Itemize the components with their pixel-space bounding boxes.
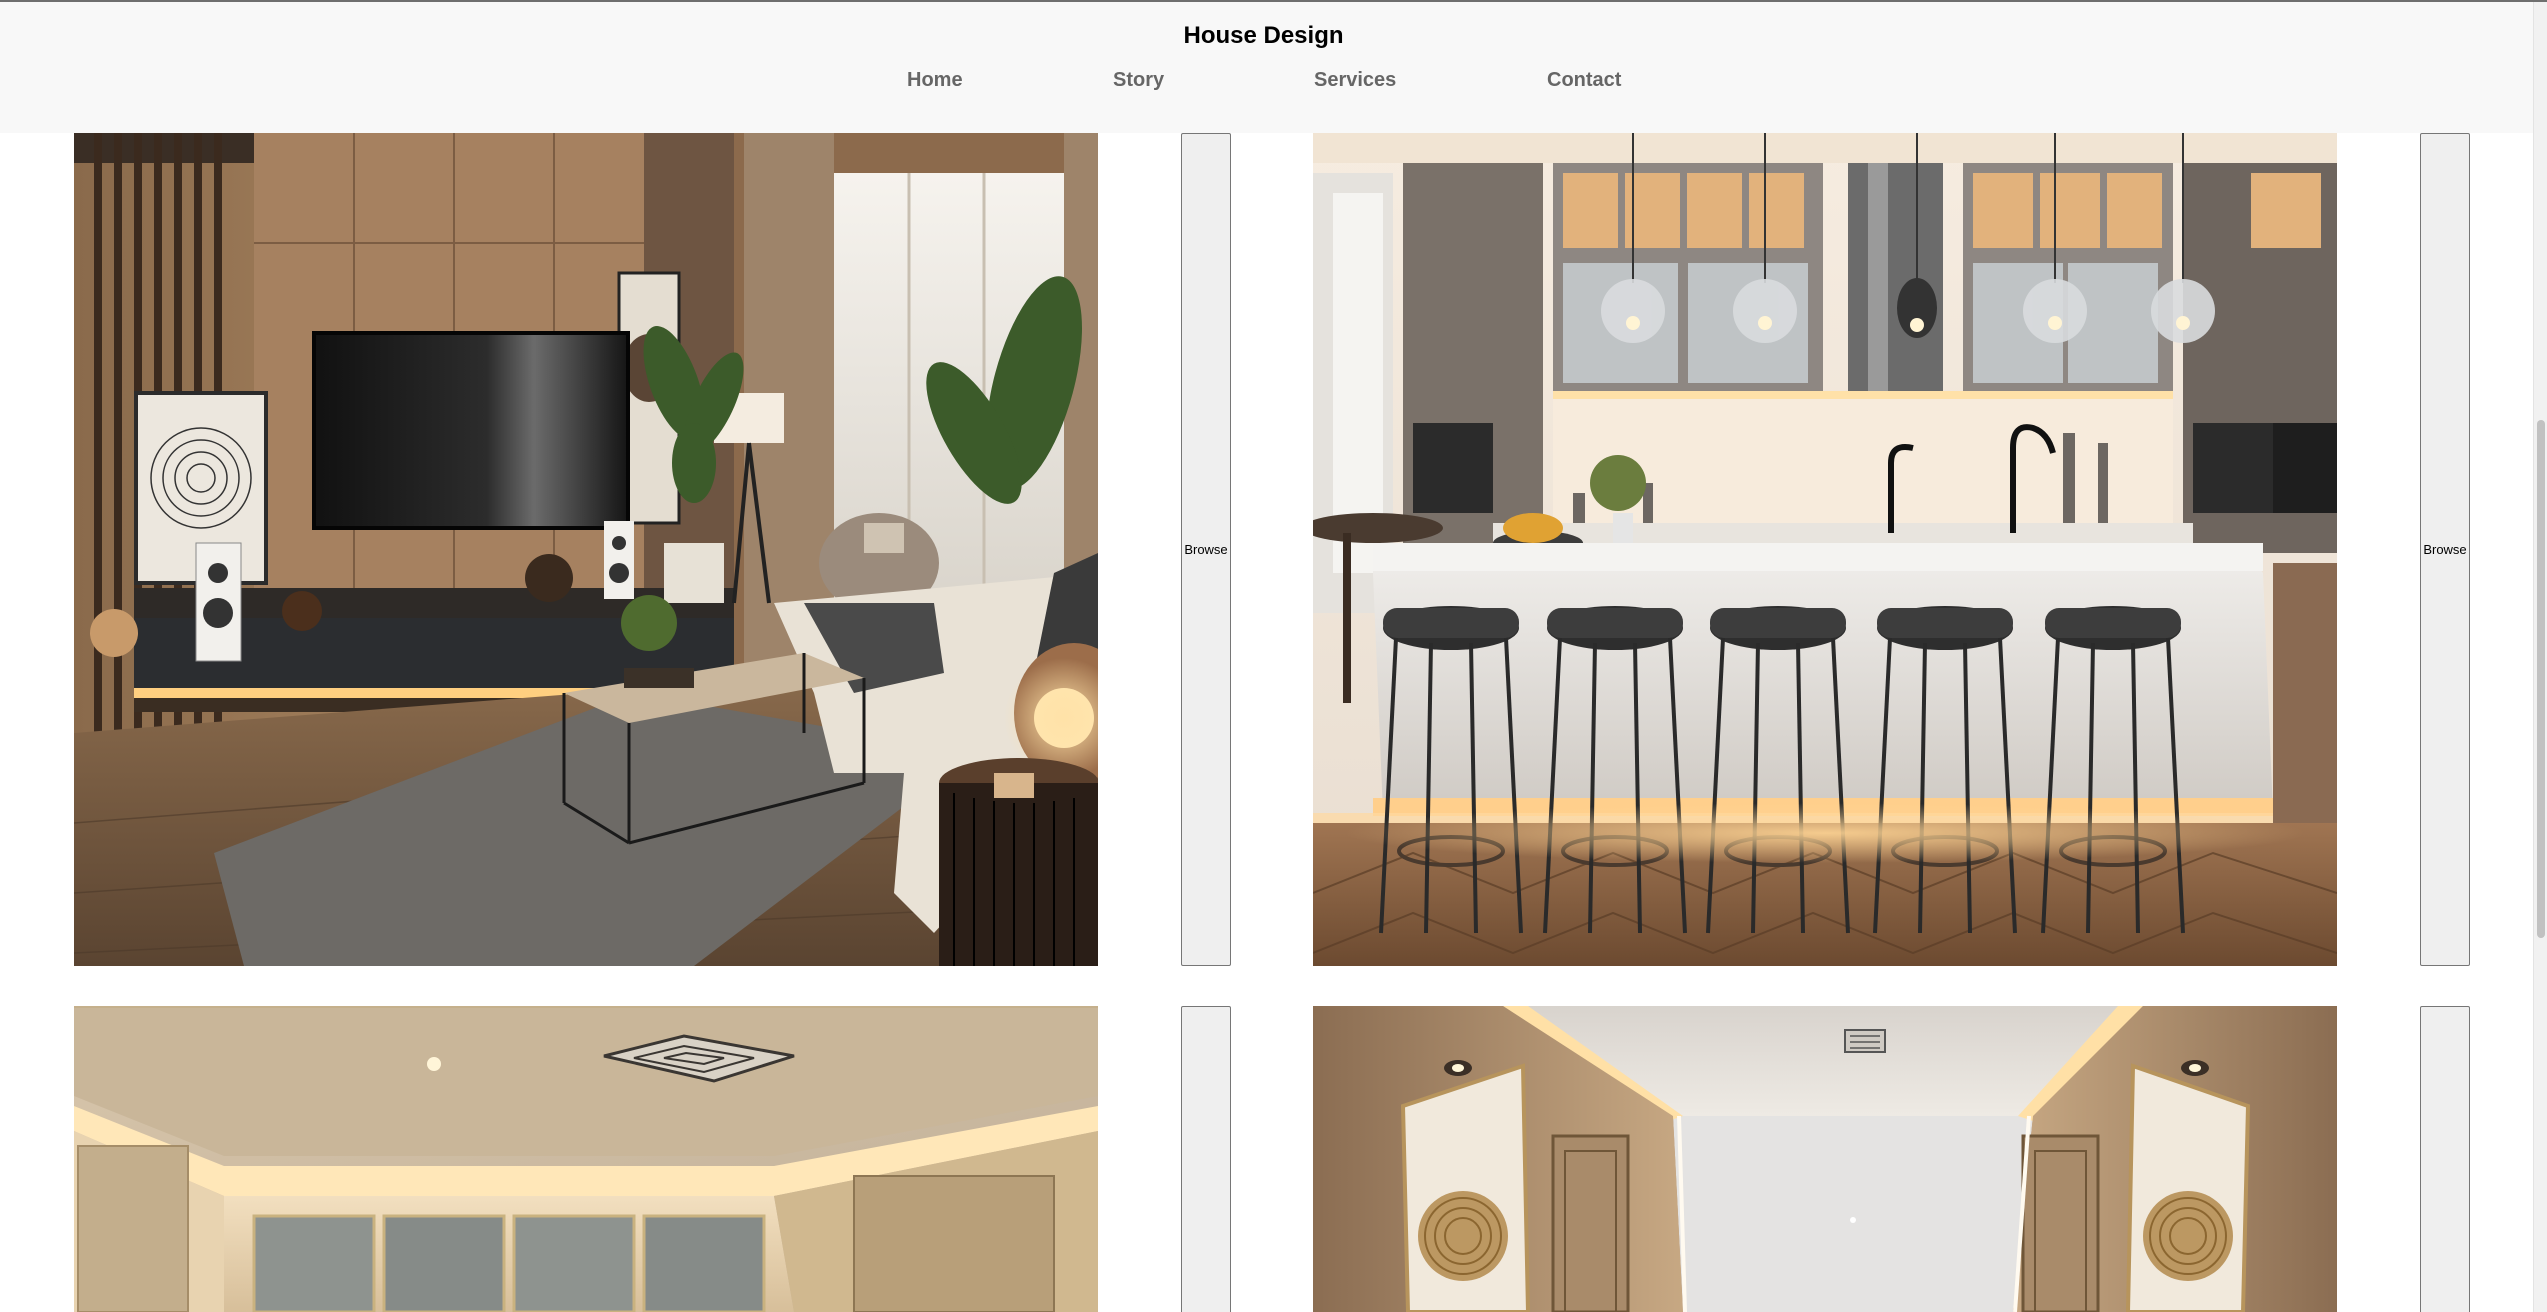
browse-button-row-2-left[interactable] — [1181, 1006, 1231, 1312]
nav-link-home[interactable]: Home — [907, 69, 963, 92]
gallery: Browse Browse — [0, 0, 2533, 1312]
browser-viewport: Browse Browse House Design Home Story Se… — [0, 0, 2547, 1312]
kitchen-image — [1313, 133, 2337, 966]
nav-link-services[interactable]: Services — [1314, 69, 1396, 92]
hallway-image — [1313, 1006, 2337, 1312]
browse-button-row-1-right[interactable]: Browse — [2420, 133, 2470, 966]
nav-link-contact[interactable]: Contact — [1547, 69, 1621, 92]
browse-button-row-1-left[interactable]: Browse — [1181, 133, 1231, 966]
ceiling-room-image — [74, 1006, 1098, 1312]
nav-link-story[interactable]: Story — [1113, 69, 1164, 92]
site-title: House Design — [1183, 22, 1344, 49]
site-header: House Design Home Story Services Contact — [0, 2, 2533, 133]
scrollbar-thumb[interactable] — [2537, 420, 2545, 938]
browse-button-row-2-right[interactable] — [2420, 1006, 2470, 1312]
window-top-border — [0, 0, 2547, 2]
page-scrollbar[interactable] — [2533, 0, 2547, 1312]
living-room-image — [74, 133, 1098, 966]
